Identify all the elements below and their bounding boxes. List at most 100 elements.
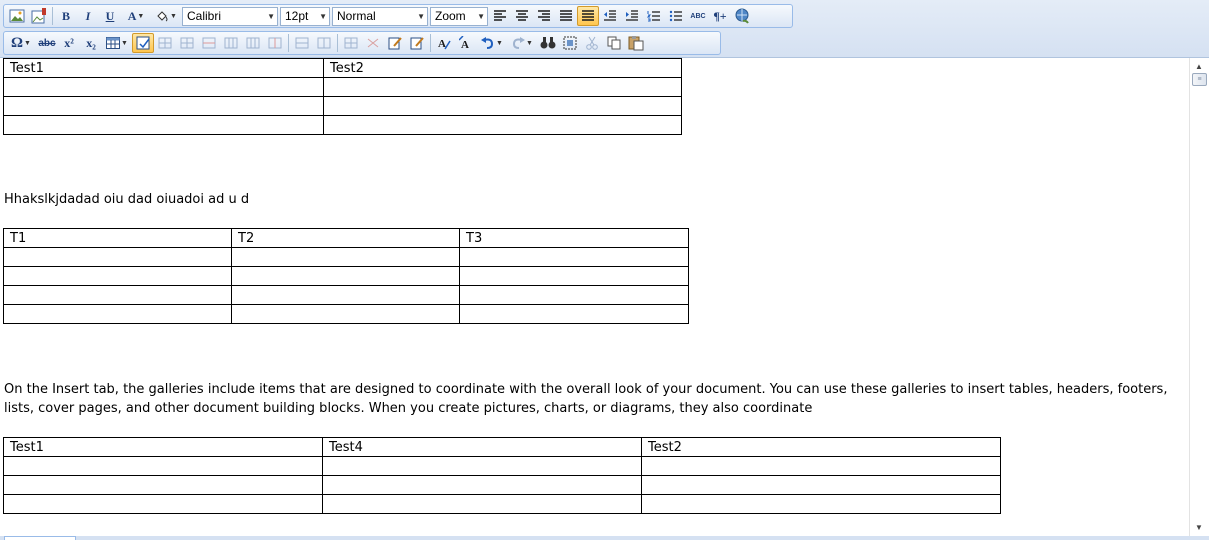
insert-row-above-icon[interactable] [154,33,176,53]
table-cell[interactable]: Test1 [3,58,324,78]
align-left-button[interactable] [489,6,511,26]
table-cell[interactable] [459,304,689,324]
delete-row-icon[interactable] [198,33,220,53]
paragraph[interactable]: On the Insert tab, the galleries include… [4,380,1184,418]
table-cell[interactable] [641,475,1001,495]
outdent-button[interactable] [599,6,621,26]
underline-button[interactable]: U [99,6,121,26]
italic-button[interactable]: I [77,6,99,26]
bulleted-list-button[interactable] [665,6,687,26]
table-cell[interactable] [3,77,324,97]
table-cell[interactable] [323,96,682,116]
table-test1-test2[interactable]: Test1 Test2 [3,58,682,135]
table-cell[interactable]: T2 [231,228,460,248]
scroll-up-icon[interactable]: ▲ [1195,62,1203,71]
paragraph-style-select[interactable]: Normal ▼ [332,6,428,26]
justify-full-button[interactable] [577,6,599,26]
undo-icon [481,37,494,49]
edit-row-icon[interactable] [406,33,428,53]
delete-column-icon[interactable] [264,33,286,53]
undo-button[interactable]: ▼ [477,33,507,53]
table-cell[interactable] [641,494,1001,514]
select-all-button[interactable] [559,33,581,53]
insert-column-right-icon[interactable] [242,33,264,53]
table-cell[interactable] [3,115,324,135]
table-cell[interactable] [641,456,1001,476]
view-tab[interactable] [4,536,76,540]
document-editor[interactable]: Test1 Test2 Hhakslkjdadad oiu dad oiuado… [0,58,1189,536]
subscript-button[interactable]: x₂ [80,33,102,53]
find-button[interactable] [537,33,559,53]
insert-link-button[interactable] [731,6,753,26]
table-cell[interactable] [322,494,642,514]
table-cell[interactable]: Test2 [641,437,1001,457]
copy-button[interactable] [603,33,625,53]
table-cell[interactable] [3,494,323,514]
table-cell[interactable] [322,475,642,495]
scroll-thumb[interactable]: ≡ [1192,73,1207,86]
table-cell[interactable]: Test1 [3,437,323,457]
table-cell[interactable] [459,266,689,286]
paragraph-marks-button[interactable]: ¶+ [709,6,731,26]
indent-button[interactable] [621,6,643,26]
align-center-button[interactable] [511,6,533,26]
insert-table-button[interactable]: ▼ [102,33,132,53]
table-cell[interactable] [3,266,232,286]
cut-button[interactable] [581,33,603,53]
table-cell[interactable] [3,475,323,495]
clear-format-icon[interactable]: A [433,33,455,53]
table-cell[interactable] [3,304,232,324]
zoom-select[interactable]: Zoom ▼ [430,6,488,26]
table-cell[interactable]: T1 [3,228,232,248]
strikethrough-button[interactable]: abc [36,33,58,53]
spellcheck-button[interactable]: ABC [687,6,709,26]
table-t1-t2-t3[interactable]: T1 T2 T3 [3,228,689,324]
table-cell[interactable] [231,285,460,305]
chevron-down-icon: ▼ [319,11,327,21]
highlight-color-button[interactable]: ▼ [151,6,181,26]
font-size-select[interactable]: 12pt ▼ [280,6,330,26]
paragraph[interactable]: Hhakslkjdadad oiu dad oiuadoi ad u d [4,190,249,209]
superscript-button[interactable]: x² [58,33,80,53]
table-cell[interactable]: Test4 [322,437,642,457]
table-cell[interactable]: Test2 [323,58,682,78]
delete-table-icon[interactable] [362,33,384,53]
table-cell[interactable] [3,285,232,305]
edit-cell-icon[interactable] [384,33,406,53]
table-cell[interactable] [3,456,323,476]
vertical-scrollbar[interactable]: ▲ ≡ ▼ [1189,58,1209,536]
table-cell[interactable] [231,304,460,324]
redo-button[interactable]: ▼ [507,33,537,53]
format-painter-icon[interactable]: A [455,33,477,53]
insert-image-icon[interactable] [6,6,28,26]
table-test1-test4-test2[interactable]: Test1 Test4 Test2 [3,437,1001,514]
insert-symbol-button[interactable]: Ω ▼ [6,33,36,53]
font-family-select[interactable]: Calibri ▼ [182,6,278,26]
numbered-list-button[interactable] [643,6,665,26]
justify-button[interactable] [555,6,577,26]
insert-column-left-icon[interactable] [220,33,242,53]
edit-image-icon[interactable] [28,6,50,26]
align-right-button[interactable] [533,6,555,26]
font-color-button[interactable]: A ▼ [121,6,151,26]
table-icon [106,37,121,49]
bold-button[interactable]: B [55,6,77,26]
table-grid-icon[interactable] [340,33,362,53]
table-cell[interactable] [231,266,460,286]
table-cell[interactable] [231,247,460,267]
paste-button[interactable] [625,33,647,53]
table-cell[interactable] [459,247,689,267]
scissors-icon [586,36,598,50]
table-properties-button[interactable] [132,33,154,53]
merge-cells-icon[interactable] [291,33,313,53]
table-cell[interactable]: T3 [459,228,689,248]
table-cell[interactable] [323,115,682,135]
split-cells-icon[interactable] [313,33,335,53]
table-cell[interactable] [3,96,324,116]
table-cell[interactable] [322,456,642,476]
table-cell[interactable] [459,285,689,305]
insert-row-below-icon[interactable] [176,33,198,53]
table-cell[interactable] [3,247,232,267]
scroll-down-icon[interactable]: ▼ [1195,523,1203,532]
table-cell[interactable] [323,77,682,97]
